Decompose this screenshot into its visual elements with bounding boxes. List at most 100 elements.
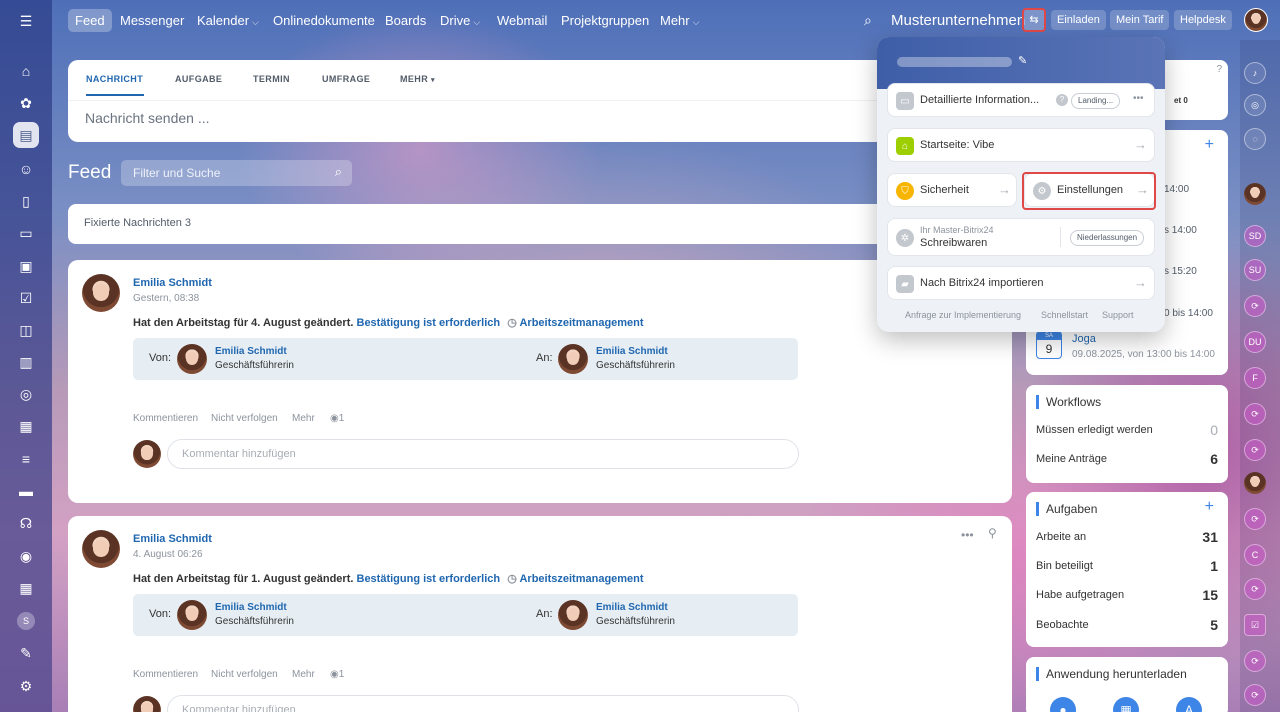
- pinned-messages[interactable]: Fixierte Nachrichten 3: [68, 204, 1012, 244]
- more-action[interactable]: Mehr: [292, 413, 315, 424]
- edit-icon[interactable]: ✎: [13, 640, 39, 666]
- pin-icon[interactable]: ⚲: [988, 526, 997, 540]
- to-avatar[interactable]: [558, 344, 588, 374]
- detail-info-row[interactable]: ▭ Detaillierte Information... ? Landing.…: [887, 83, 1155, 117]
- search-icon[interactable]: ⌕: [335, 164, 342, 180]
- notification-bell-icon[interactable]: ♪: [1244, 62, 1266, 84]
- help-icon[interactable]: ?: [1216, 64, 1222, 75]
- analytics-icon[interactable]: ▥: [13, 349, 39, 375]
- users-icon[interactable]: ☺: [13, 156, 39, 182]
- calendar-icon[interactable]: ▦: [13, 575, 39, 601]
- user-avatar[interactable]: [1244, 8, 1268, 32]
- nav-feed[interactable]: Feed: [68, 9, 112, 32]
- confirm-link[interactable]: Bestätigung ist erforderlich: [357, 573, 501, 585]
- add-event-icon[interactable]: +: [1205, 136, 1214, 154]
- to-avatar[interactable]: [558, 600, 588, 630]
- more-dots-icon[interactable]: •••: [1133, 93, 1144, 104]
- tab-termin[interactable]: TERMIN: [253, 74, 290, 84]
- robot-icon[interactable]: ☊: [13, 510, 39, 536]
- comment-input[interactable]: Kommentar hinzufügen: [167, 439, 799, 469]
- footer-link-quickstart[interactable]: Schnellstart: [1041, 310, 1088, 320]
- author-avatar[interactable]: [82, 530, 120, 568]
- collab-icon[interactable]: ✿: [13, 90, 39, 116]
- target-icon[interactable]: ◎: [1244, 94, 1266, 116]
- add-task-icon[interactable]: +: [1205, 498, 1214, 516]
- helpdesk-button[interactable]: Helpdesk: [1174, 10, 1232, 30]
- contact-refresh-icon[interactable]: ⟳: [1244, 295, 1266, 317]
- startpage-row[interactable]: ⌂ Startseite: Vibe →: [887, 128, 1155, 162]
- contact-avatar[interactable]: [1244, 472, 1266, 494]
- contact-refresh-icon[interactable]: ⟳: [1244, 578, 1266, 600]
- tab-nachricht[interactable]: NACHRICHT: [86, 74, 143, 84]
- invite-button[interactable]: Einladen: [1051, 10, 1106, 30]
- company-settings-toggle-icon[interactable]: ⇆: [1022, 8, 1046, 32]
- tab-umfrage[interactable]: UMFRAGE: [322, 74, 370, 84]
- nav-projektgruppen[interactable]: Projektgruppen: [561, 9, 649, 32]
- contact-task-icon[interactable]: ☑: [1244, 614, 1266, 636]
- contact-refresh-icon[interactable]: ⟳: [1244, 403, 1266, 425]
- contact-f[interactable]: F: [1244, 367, 1266, 389]
- tasks-icon[interactable]: ☑: [13, 285, 39, 311]
- contact-refresh-icon[interactable]: ⟳: [1244, 684, 1266, 706]
- apple-icon[interactable]: ●: [1050, 697, 1076, 712]
- contact-refresh-icon[interactable]: ⟳: [1244, 439, 1266, 461]
- contact-refresh-icon[interactable]: ⟳: [1244, 650, 1266, 672]
- contact-du[interactable]: DU: [1244, 331, 1266, 353]
- docs-icon[interactable]: ▯: [13, 188, 39, 214]
- chat-icon[interactable]: ◌: [1244, 128, 1266, 150]
- contact-sd[interactable]: SD: [1244, 225, 1266, 247]
- dial-icon[interactable]: ◉: [13, 543, 39, 569]
- more-action[interactable]: Mehr: [292, 669, 315, 680]
- author-avatar[interactable]: [82, 274, 120, 312]
- edit-icon[interactable]: ✎: [1018, 54, 1027, 67]
- filter-search-input[interactable]: Filter und Suche ⌕: [121, 160, 352, 186]
- author-name[interactable]: Emilia Schmidt: [133, 533, 212, 545]
- settings-gear-icon[interactable]: ⚙: [13, 673, 39, 699]
- card-icon[interactable]: ▬: [13, 478, 39, 504]
- feed-icon[interactable]: ▤: [13, 122, 39, 148]
- category-link[interactable]: Arbeitszeitmanagement: [519, 573, 643, 585]
- company-name[interactable]: Musterunternehmen: [891, 9, 1025, 32]
- landing-badge[interactable]: Landing...: [1071, 93, 1121, 109]
- category-link[interactable]: Arbeitszeitmanagement: [519, 317, 643, 329]
- more-dots-icon[interactable]: •••: [961, 528, 974, 542]
- author-name[interactable]: Emilia Schmidt: [133, 277, 212, 289]
- footer-link-support[interactable]: Support: [1102, 310, 1134, 320]
- filter-icon[interactable]: ≡: [13, 446, 39, 472]
- windows-icon[interactable]: ▦: [1113, 697, 1139, 712]
- board-icon[interactable]: ▣: [13, 253, 39, 279]
- message-input[interactable]: Nachricht senden ...: [85, 110, 210, 126]
- event-title[interactable]: Joga: [1072, 333, 1096, 345]
- nav-mehr[interactable]: Mehr ⌵: [660, 9, 699, 32]
- comment-action[interactable]: Kommentieren: [133, 669, 198, 680]
- user-avatar-small[interactable]: S: [13, 608, 39, 634]
- target-icon[interactable]: ◎: [13, 381, 39, 407]
- search-icon[interactable]: ⌕: [864, 9, 872, 32]
- from-avatar[interactable]: [177, 600, 207, 630]
- from-avatar[interactable]: [177, 344, 207, 374]
- drive-icon[interactable]: ▭: [13, 220, 39, 246]
- nav-onlinedokumente[interactable]: Onlinedokumente: [273, 9, 375, 32]
- unfollow-action[interactable]: Nicht verfolgen: [211, 413, 278, 424]
- security-row[interactable]: ⛉ Sicherheit →: [887, 173, 1017, 207]
- contact-refresh-icon[interactable]: ⟳: [1244, 508, 1266, 530]
- contact-c[interactable]: C: [1244, 544, 1266, 566]
- plan-button[interactable]: Mein Tarif: [1110, 10, 1170, 30]
- home-icon[interactable]: ⌂: [13, 58, 39, 84]
- import-row[interactable]: ▰ Nach Bitrix24 importieren →: [887, 266, 1155, 300]
- nav-messenger[interactable]: Messenger: [120, 9, 184, 32]
- store-icon[interactable]: ▦: [13, 413, 39, 439]
- nav-kalender[interactable]: Kalender ⌵: [197, 9, 259, 32]
- tab-aufgabe[interactable]: AUFGABE: [175, 74, 222, 84]
- nav-drive[interactable]: Drive ⌵: [440, 9, 480, 32]
- chat-icon[interactable]: ◫: [13, 317, 39, 343]
- footer-link-implementation[interactable]: Anfrage zur Implementierung: [905, 310, 1021, 320]
- help-icon[interactable]: ?: [1056, 94, 1068, 106]
- contact-avatar[interactable]: [1244, 183, 1266, 205]
- branches-badge[interactable]: Niederlassungen: [1070, 230, 1145, 246]
- comment-input[interactable]: Kommentar hinzufügen: [167, 695, 799, 712]
- master-bitrix-row[interactable]: ✲ Ihr Master-Bitrix24 Schreibwaren Niede…: [887, 218, 1155, 256]
- unfollow-action[interactable]: Nicht verfolgen: [211, 669, 278, 680]
- nav-webmail[interactable]: Webmail: [497, 9, 547, 32]
- comment-action[interactable]: Kommentieren: [133, 413, 198, 424]
